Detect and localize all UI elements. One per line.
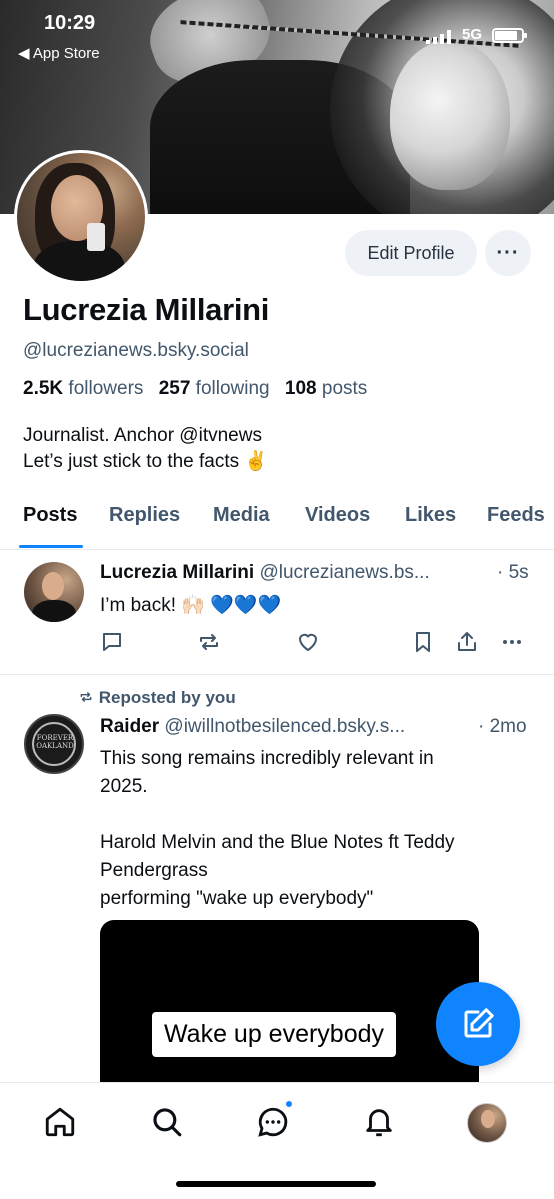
status-time: 10:29 <box>44 12 96 34</box>
following-count: 257 <box>158 378 191 399</box>
nav-profile-avatar[interactable] <box>467 1103 507 1143</box>
tab-media[interactable]: Media <box>213 504 270 527</box>
bio-line: Journalist. Anchor @itvnews <box>23 425 262 446</box>
following-stat[interactable]: 257 following <box>159 378 270 399</box>
chat-icon <box>258 1107 288 1137</box>
avatar-logo-text: FOREVER OAKLAND <box>36 734 74 750</box>
post-author-name[interactable]: Raider <box>100 716 159 737</box>
post-text-line: This song remains incredibly relevant in <box>100 748 434 769</box>
compose-icon <box>464 1008 494 1038</box>
battery-icon <box>492 28 527 43</box>
battery-level <box>495 31 517 40</box>
bell-icon <box>366 1109 392 1137</box>
profile-avatar[interactable] <box>14 150 148 284</box>
repost-icon <box>80 692 92 702</box>
post-text: I’m back! 🙌🏻 💙💙💙 <box>100 592 530 620</box>
profile-stats: 2.5K followers 257 following 108 posts <box>23 378 377 400</box>
post-author-avatar[interactable]: FOREVER OAKLAND <box>24 714 84 774</box>
avatar-body <box>33 241 125 281</box>
post-text-line: 2025. <box>100 776 148 797</box>
post-author-handle[interactable]: @lucrezianews.bs... <box>259 562 429 583</box>
profile-tabs: Posts Replies Media Videos Likes Feeds <box>0 500 554 550</box>
post-video[interactable]: Wake up everybody <box>100 920 479 1100</box>
profile-handle: @lucrezianews.bsky.social <box>23 340 249 361</box>
repost-label: Reposted by you <box>98 688 236 707</box>
post-emoji-hearts: 💙💙💙 <box>210 595 282 616</box>
share-icon[interactable] <box>455 630 479 654</box>
tab-likes[interactable]: Likes <box>405 504 456 527</box>
post-text-line: performing "wake up everybody" <box>100 888 374 909</box>
post-header: Lucrezia Millarini @lucrezianews.bs... <box>100 562 430 584</box>
avatar-body <box>32 600 76 622</box>
heart-icon[interactable] <box>296 630 320 654</box>
post-time[interactable]: · 2mo <box>478 716 527 738</box>
avatar-phone <box>87 223 105 251</box>
tab-videos[interactable]: Videos <box>305 504 370 527</box>
post-body: I’m back! 🙌🏻 <box>100 595 205 616</box>
post-time[interactable]: · 5s <box>497 562 529 584</box>
followers-label: followers <box>68 378 144 399</box>
network-type: 5G <box>462 26 483 43</box>
tab-feeds[interactable]: Feeds <box>487 504 545 527</box>
tab-posts[interactable]: Posts <box>23 504 77 527</box>
bio-line: Let’s just stick to the facts ✌️ <box>23 451 269 472</box>
avatar-face <box>481 1110 495 1128</box>
nav-notifications[interactable] <box>360 1103 398 1141</box>
repost-icon[interactable] <box>197 630 221 654</box>
posts-stat: 108 posts <box>285 378 367 399</box>
avatar-face <box>42 572 64 600</box>
nav-search[interactable] <box>148 1103 186 1141</box>
search-icon <box>153 1108 182 1137</box>
edit-profile-button[interactable]: Edit Profile <box>345 230 477 276</box>
bookmark-icon[interactable] <box>411 630 435 654</box>
post-author-handle[interactable]: @iwillnotbesilenced.bsky.s... <box>164 716 405 737</box>
repost-indicator: Reposted by you <box>78 688 236 708</box>
signal-icon <box>426 30 451 44</box>
post-header: Raider @iwillnotbesilenced.bsky.s... <box>100 716 405 738</box>
followers-stat[interactable]: 2.5K followers <box>23 378 143 399</box>
post-author-avatar[interactable] <box>24 562 84 622</box>
video-caption: Wake up everybody <box>152 1012 397 1057</box>
compose-button[interactable] <box>436 982 520 1066</box>
post-text-line: Harold Melvin and the Blue Notes ft Tedd… <box>100 832 455 853</box>
post-text-line: Pendergrass <box>100 860 208 881</box>
following-label: following <box>195 378 270 399</box>
home-indicator <box>176 1181 376 1187</box>
back-to-app-store[interactable]: ◀ App Store <box>18 44 100 62</box>
more-icon[interactable] <box>500 630 524 654</box>
tab-replies[interactable]: Replies <box>109 504 180 527</box>
post-author-name[interactable]: Lucrezia Millarini <box>100 562 254 583</box>
unread-dot <box>284 1099 294 1109</box>
post-actions <box>100 630 530 658</box>
active-tab-indicator <box>19 545 83 548</box>
profile-more-button[interactable]: ··· <box>485 230 531 276</box>
posts-count: 108 <box>284 378 317 399</box>
post-text: This song remains incredibly relevant in… <box>100 745 530 913</box>
posts-label: posts <box>321 378 368 399</box>
post-text-line <box>100 801 530 829</box>
nav-home[interactable] <box>41 1103 79 1141</box>
home-icon <box>45 1107 75 1137</box>
reply-icon[interactable] <box>100 630 124 654</box>
profile-display-name: Lucrezia Millarini <box>23 292 270 327</box>
followers-count: 2.5K <box>23 378 64 399</box>
status-bar: 10:29 ◀ App Store 5G <box>0 0 554 70</box>
profile-bio: Journalist. Anchor @itvnews Let’s just s… <box>23 423 268 475</box>
post-divider <box>0 674 554 675</box>
